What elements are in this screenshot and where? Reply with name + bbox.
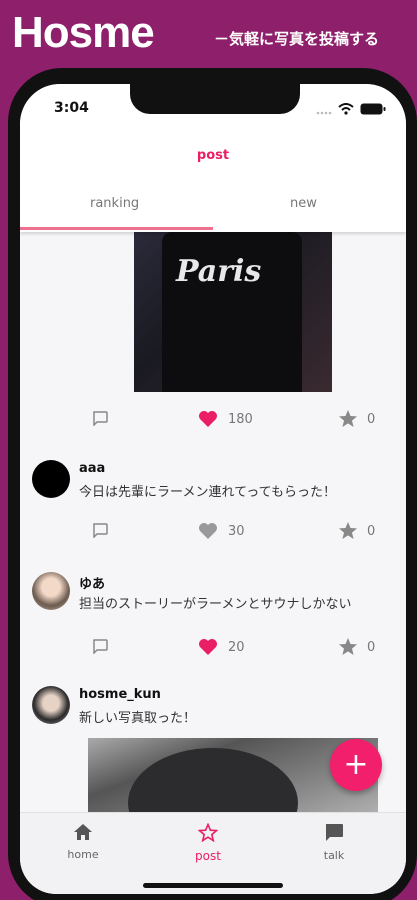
wifi-icon xyxy=(338,100,354,119)
brand-tagline: －気軽に写真を投稿する xyxy=(214,30,380,48)
brand-title: Hosme xyxy=(12,8,155,57)
nav-post-label: post xyxy=(195,849,221,863)
status-time: 3:04 xyxy=(54,100,89,116)
star-outline-icon xyxy=(197,822,219,846)
status-icons xyxy=(316,100,386,119)
nav-talk-label: talk xyxy=(323,849,345,862)
comment-icon[interactable] xyxy=(92,411,108,430)
tab-indicator xyxy=(20,227,213,230)
header-title: post xyxy=(196,148,230,163)
comment-icon[interactable] xyxy=(92,639,108,658)
plus-icon: + xyxy=(343,747,369,782)
new-post-button[interactable]: + xyxy=(330,739,382,791)
star-count: 0 xyxy=(367,524,376,539)
comment-icon[interactable] xyxy=(92,523,108,542)
avatar[interactable] xyxy=(32,460,70,498)
bottom-nav: home post talk xyxy=(20,812,406,894)
star-count: 0 xyxy=(367,412,376,427)
chat-icon xyxy=(324,824,344,846)
star-icon[interactable] xyxy=(338,409,358,432)
post-actions: 30 0 xyxy=(20,520,406,544)
post-username[interactable]: ゆあ xyxy=(79,573,105,592)
post-text: 担当のストーリーがラーメンとサウナしかない xyxy=(79,597,352,612)
like-count: 30 xyxy=(228,524,245,539)
like-count: 180 xyxy=(228,412,253,427)
app-screen: 3:04 post ranking new Paris 180 0 aaa 今日… xyxy=(20,84,406,894)
post-feed[interactable]: Paris 180 0 aaa 今日は先輩にラーメン連れてってもらった！ 30 … xyxy=(20,232,406,828)
like-count: 20 xyxy=(228,640,245,655)
tab-new[interactable]: new xyxy=(290,196,317,211)
post-image-text: Paris xyxy=(176,254,262,289)
post-text: 新しい写真取った！ xyxy=(79,711,197,726)
nav-home-label: home xyxy=(67,848,99,861)
post-actions: 20 0 xyxy=(20,636,406,660)
nav-home[interactable]: home xyxy=(53,823,113,861)
star-count: 0 xyxy=(367,640,376,655)
post-image[interactable]: Paris xyxy=(134,232,332,392)
avatar[interactable] xyxy=(32,686,70,724)
star-icon[interactable] xyxy=(338,637,358,660)
battery-icon xyxy=(360,100,386,119)
avatar[interactable] xyxy=(32,572,70,610)
heart-icon[interactable] xyxy=(198,638,218,660)
home-icon xyxy=(73,824,93,845)
tab-ranking[interactable]: ranking xyxy=(90,196,139,211)
home-indicator xyxy=(143,883,283,888)
star-icon[interactable] xyxy=(338,521,358,544)
post-username[interactable]: hosme_kun xyxy=(79,687,161,702)
heart-icon[interactable] xyxy=(198,522,218,544)
nav-talk[interactable]: talk xyxy=(304,823,364,862)
heart-icon[interactable] xyxy=(198,410,218,432)
post-actions: 180 0 xyxy=(20,408,406,432)
cellular-icon xyxy=(316,100,332,119)
nav-post[interactable]: post xyxy=(178,822,238,863)
post-username[interactable]: aaa xyxy=(79,461,105,476)
notch xyxy=(130,84,300,114)
post-text: 今日は先輩にラーメン連れてってもらった！ xyxy=(79,485,337,500)
